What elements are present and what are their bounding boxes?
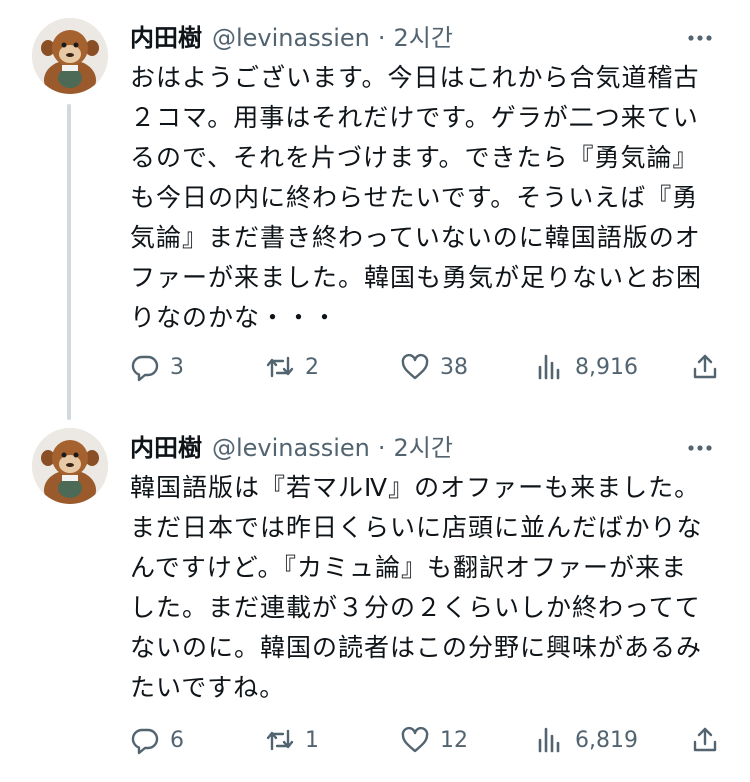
heart-icon <box>401 353 429 380</box>
monkey-plush-avatar-icon <box>32 428 108 504</box>
reply-button[interactable]: 6 <box>130 725 250 755</box>
views-button[interactable]: 6,819 <box>535 725 675 755</box>
author-handle[interactable]: @levinassien <box>212 18 370 58</box>
share-upload-icon <box>693 354 717 379</box>
tweet-timestamp[interactable]: 2시간 <box>394 428 453 468</box>
reply-count: 3 <box>170 354 184 380</box>
author-handle[interactable]: @levinassien <box>212 428 370 468</box>
tweet-header: 内田樹 @levinassien · 2시간 <box>130 18 720 58</box>
reply-bubble-icon <box>131 355 159 382</box>
tweet[interactable]: 内田樹 @levinassien · 2시간 おはようございます。今日はこれから… <box>0 0 750 410</box>
retweet-button[interactable]: 2 <box>265 352 385 382</box>
separator-dot: · <box>377 434 386 462</box>
author-name[interactable]: 内田樹 <box>130 428 202 468</box>
retweet-arrows-icon <box>266 356 294 378</box>
more-dots-icon <box>688 445 712 451</box>
share-button[interactable] <box>690 725 720 755</box>
separator-dot: · <box>377 24 386 52</box>
retweet-count: 2 <box>305 354 319 380</box>
tweet-timestamp[interactable]: 2시간 <box>394 18 453 58</box>
monkey-plush-avatar-icon <box>32 18 108 94</box>
like-button[interactable]: 12 <box>400 725 520 755</box>
tweet[interactable]: 内田樹 @levinassien · 2시간 韓国語版は『若マルⅣ』のオファーも… <box>0 410 750 782</box>
tweet-text: 韓国語版は『若マルⅣ』のオファーも来ました。 まだ日本では昨日くらいに店頭に並ん… <box>130 473 703 702</box>
reply-button[interactable]: 3 <box>130 352 250 382</box>
tweet-actions: 3 2 38 8,916 <box>130 347 720 387</box>
views-count: 6,819 <box>575 727 638 753</box>
views-count: 8,916 <box>575 354 638 380</box>
views-button[interactable]: 8,916 <box>535 352 675 382</box>
share-button[interactable] <box>690 352 720 382</box>
retweet-arrows-icon <box>266 729 294 751</box>
share-upload-icon <box>693 727 717 752</box>
reply-count: 6 <box>170 727 184 753</box>
heart-icon <box>401 726 429 753</box>
more-options-button[interactable] <box>680 428 720 468</box>
more-dots-icon <box>688 35 712 41</box>
reply-bubble-icon <box>131 728 159 755</box>
avatar[interactable] <box>32 18 108 94</box>
like-count: 38 <box>440 354 468 380</box>
views-bars-icon <box>538 354 560 380</box>
tweet-actions: 6 1 12 6,819 <box>130 720 720 760</box>
more-options-button[interactable] <box>680 18 720 58</box>
author-name[interactable]: 内田樹 <box>130 18 202 58</box>
views-bars-icon <box>538 727 560 753</box>
tweet-header: 内田樹 @levinassien · 2시간 <box>130 428 720 468</box>
like-count: 12 <box>440 727 468 753</box>
avatar[interactable] <box>32 428 108 504</box>
tweet-text: おはようございます。今日はこれから合気道稽古 ２コマ。用事はそれだけです。ゲラが… <box>130 63 703 332</box>
retweet-count: 1 <box>305 727 319 753</box>
tweet-thread: 内田樹 @levinassien · 2시간 おはようございます。今日はこれから… <box>0 0 750 782</box>
retweet-button[interactable]: 1 <box>265 725 385 755</box>
like-button[interactable]: 38 <box>400 352 520 382</box>
